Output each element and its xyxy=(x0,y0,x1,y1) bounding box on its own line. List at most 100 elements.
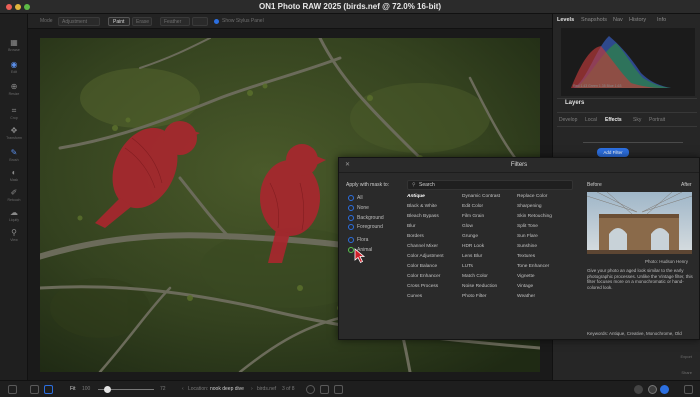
histogram-info: Red 1.43 Green 1.35 Blue 1.63 xyxy=(573,84,622,88)
compare-icon[interactable] xyxy=(306,385,315,394)
develop-icon: ◉ xyxy=(10,60,18,69)
detail-view-icon[interactable] xyxy=(44,385,53,394)
filter-item[interactable]: Color Enhancer xyxy=(407,274,440,279)
filter-item[interactable]: Match Color xyxy=(462,274,488,279)
filter-item-antique[interactable]: Antique xyxy=(407,194,425,199)
tab-effects[interactable]: Effects xyxy=(605,117,622,123)
divider xyxy=(557,98,697,99)
filter-item[interactable]: Sun Flare xyxy=(517,234,538,239)
left-toolbar: ▦ Browse ◉ Edit ⊕ Resize ⌗ Crop ✥ Transf… xyxy=(0,14,28,384)
tool-crop[interactable]: ⌗ Crop xyxy=(2,106,26,124)
divider xyxy=(557,112,697,113)
tool-liquify[interactable]: ☁ Liquify xyxy=(2,208,26,226)
paint-button[interactable]: Paint xyxy=(108,17,130,26)
share-label[interactable]: Share xyxy=(681,370,692,375)
panel-right-toggle-icon[interactable] xyxy=(684,385,693,394)
filter-item[interactable]: Split Tone xyxy=(517,224,538,229)
tool-transform[interactable]: ✥ Transform xyxy=(2,126,26,144)
zoom-slider-knob[interactable] xyxy=(104,386,111,393)
grid-view-icon[interactable] xyxy=(30,385,39,394)
filter-item[interactable]: Replace Color xyxy=(517,194,547,199)
filter-item[interactable]: Color Adjustment xyxy=(407,254,444,259)
tab-nav[interactable]: Nav xyxy=(613,17,623,23)
panel-toggle-icon[interactable] xyxy=(8,385,17,394)
tool-brush[interactable]: ✎ Brush xyxy=(2,148,26,166)
location-value[interactable]: nook deep dive xyxy=(210,386,244,392)
apply-icon[interactable] xyxy=(660,385,669,394)
radio-button[interactable] xyxy=(348,205,354,211)
filter-item[interactable]: HDR Look xyxy=(462,244,484,249)
erase-button[interactable]: Erase xyxy=(132,17,152,26)
crop-icon: ⌗ xyxy=(11,106,17,115)
filter-item[interactable]: Blur xyxy=(407,224,416,229)
filter-item[interactable]: Sunshine xyxy=(517,244,537,249)
filter-item[interactable]: Textures xyxy=(517,254,535,259)
filter-item[interactable]: Dynamic Contrast xyxy=(462,194,500,199)
tab-sky[interactable]: Sky xyxy=(633,117,641,123)
filter-item[interactable]: Film Grain xyxy=(462,214,484,219)
tool-resize[interactable]: ⊕ Resize xyxy=(2,82,26,100)
radio-button[interactable] xyxy=(348,195,354,201)
preview-icon[interactable] xyxy=(320,385,329,394)
filter-item[interactable]: Noise Reduction xyxy=(462,284,497,289)
filter-preview-image xyxy=(587,192,692,254)
erase-label: Erase xyxy=(136,19,150,25)
add-filter-button[interactable]: Add Filter xyxy=(597,148,629,157)
radio-button[interactable] xyxy=(348,224,354,230)
opacity-slider[interactable] xyxy=(583,142,683,143)
filter-item[interactable]: Weather xyxy=(517,294,535,299)
reset-icon[interactable] xyxy=(648,385,657,394)
filter-keywords: Keywords: Antique, Creative, Monochrome,… xyxy=(587,331,682,336)
filter-search-input[interactable]: ⚲ Search xyxy=(407,180,573,190)
filter-item[interactable]: Tone Enhancer xyxy=(517,264,549,269)
filter-item[interactable]: Grunge xyxy=(462,234,478,239)
filter-item[interactable]: Color Balance xyxy=(407,264,437,269)
tab-history[interactable]: History xyxy=(629,17,646,23)
tool-view[interactable]: ⚲ View xyxy=(2,228,26,246)
layers-heading: Layers xyxy=(565,100,585,106)
filter-item[interactable]: Cross Process xyxy=(407,284,438,289)
filter-item[interactable]: Black & White xyxy=(407,204,437,209)
mode-select[interactable]: Adjustment xyxy=(58,17,100,26)
fit-button[interactable]: Fit xyxy=(70,386,76,392)
filter-item[interactable]: Channel Mixer xyxy=(407,244,438,249)
tab-levels[interactable]: Levels xyxy=(557,17,574,23)
liquify-icon: ☁ xyxy=(10,208,18,217)
filter-item[interactable]: LUTs xyxy=(462,264,473,269)
stylus-toggle[interactable] xyxy=(214,19,219,24)
browse-icon: ▦ xyxy=(10,38,18,47)
tab-portrait[interactable]: Portrait xyxy=(649,117,665,123)
path-separator: › xyxy=(251,386,253,392)
tab-develop[interactable]: Develop xyxy=(559,117,577,123)
filters-dialog: ✕ Filters Apply with mask to: All None B… xyxy=(338,157,700,340)
tab-snapshots[interactable]: Snapshots xyxy=(581,17,607,23)
help-icon[interactable] xyxy=(634,385,643,394)
tab-local[interactable]: Local xyxy=(585,117,597,123)
filter-item[interactable]: Bleach Bypass xyxy=(407,214,439,219)
mask-view-icon[interactable] xyxy=(334,385,343,394)
export-label[interactable]: Export xyxy=(680,354,692,359)
filter-item[interactable]: Vignette xyxy=(517,274,535,279)
photo-credit: Photo: Hudson Henry xyxy=(645,259,689,264)
filter-item[interactable]: Curves xyxy=(407,294,422,299)
transform-icon: ✥ xyxy=(10,126,18,135)
filter-item[interactable]: Vintage xyxy=(517,284,533,289)
tool-browse[interactable]: ▦ Browse xyxy=(2,38,26,56)
feather-value-field[interactable] xyxy=(192,17,208,26)
file-count: 3 of 8 xyxy=(282,386,295,392)
radio-button[interactable] xyxy=(348,237,354,243)
tool-retouch[interactable]: ✐ Retouch xyxy=(2,188,26,206)
filter-item[interactable]: Edit Color xyxy=(462,204,483,209)
filter-item[interactable]: Glow xyxy=(462,224,473,229)
filter-item[interactable]: Lens Blur xyxy=(462,254,482,259)
filter-item[interactable]: Skin Retouching xyxy=(517,214,552,219)
filter-item[interactable]: Borders xyxy=(407,234,424,239)
filter-item[interactable]: Sharpening xyxy=(517,204,542,209)
radio-button[interactable] xyxy=(348,215,354,221)
tab-info[interactable]: Info xyxy=(657,17,666,23)
feather-field[interactable]: Feather xyxy=(160,17,190,26)
tool-mask[interactable]: ◐ Mask xyxy=(2,168,26,186)
tool-edit[interactable]: ◉ Edit xyxy=(2,60,26,78)
filter-item[interactable]: Photo Filter xyxy=(462,294,487,299)
prev-icon[interactable]: ‹ xyxy=(182,386,184,392)
